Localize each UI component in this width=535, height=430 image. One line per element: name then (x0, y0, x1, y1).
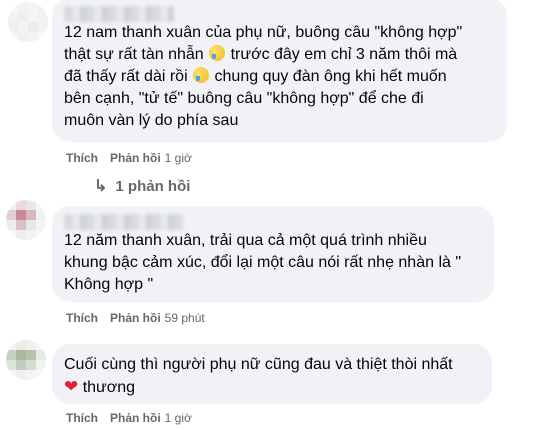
comment-text: Cuối cùng thì người phụ nữ cũng đau và t… (64, 356, 453, 396)
comment-bubble: Cuối cùng thì người phụ nữ cũng đau và t… (52, 344, 492, 404)
red-heart-icon: ❤ (64, 377, 79, 396)
comment-bubble: 12 năm thanh xuân, trải qua cả một quá t… (52, 206, 494, 302)
avatar[interactable] (8, 2, 48, 42)
like-button[interactable]: Thích (66, 150, 98, 166)
like-button[interactable]: Thích (66, 410, 98, 426)
crying-face-icon (209, 45, 226, 61)
avatar[interactable] (6, 200, 46, 240)
author-name-blurred[interactable] (64, 214, 184, 230)
view-replies-link[interactable]: ↳ 1 phản hồi (94, 176, 190, 196)
timestamp[interactable]: 59 phút (165, 310, 205, 326)
reply-button[interactable]: Phản hồi (110, 310, 161, 326)
like-button[interactable]: Thích (66, 310, 98, 326)
reply-arrow-icon: ↳ (94, 178, 108, 195)
comment-text: 12 năm thanh xuân, trải qua cả một quá t… (64, 232, 462, 293)
avatar[interactable] (6, 340, 46, 380)
author-name-blurred[interactable] (64, 6, 174, 22)
reply-button[interactable]: Phản hồi (110, 150, 161, 166)
crying-face-icon (193, 67, 210, 83)
comment-bubble: 12 nam thanh xuân của phụ nữ, buông câu … (52, 0, 507, 142)
timestamp[interactable]: 1 giờ (165, 410, 192, 426)
reply-button[interactable]: Phản hồi (110, 410, 161, 426)
replies-count: 1 phản hồi (115, 177, 191, 195)
comment-text: 12 nam thanh xuân của phụ nữ, buông câu … (64, 24, 463, 129)
timestamp[interactable]: 1 giờ (165, 150, 192, 166)
